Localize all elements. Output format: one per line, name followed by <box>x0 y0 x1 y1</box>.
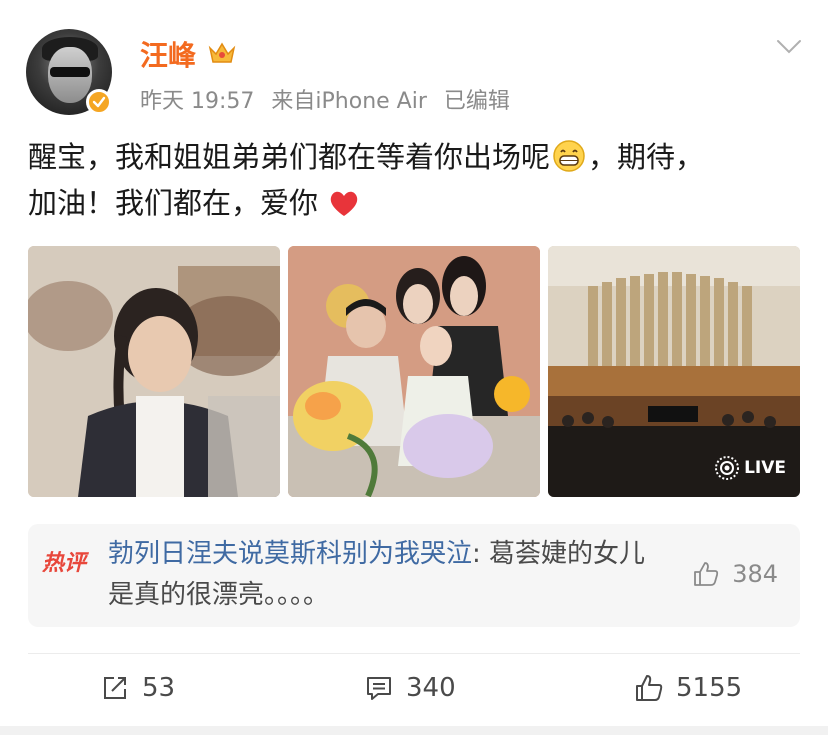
live-label: LIVE <box>744 458 786 478</box>
photo-girl-at-piano[interactable] <box>28 246 280 497</box>
grin-emoji-icon <box>553 140 585 172</box>
live-badge: LIVE <box>714 455 786 481</box>
crown-icon <box>208 42 236 63</box>
photo-family-art <box>288 246 540 497</box>
hot-comment-like-count: 384 <box>732 560 778 588</box>
comment-count: 340 <box>406 673 456 703</box>
photo-concert-hall[interactable]: LIVE <box>548 246 800 497</box>
post-text: 醒宝，我和姐姐弟弟们都在等着你出场呢 ，期待， 加油！我们都在，爱你 <box>28 134 800 226</box>
bottom-separator <box>0 726 828 735</box>
post-text-line1-tail: ，期待， <box>588 140 705 174</box>
comment-icon <box>367 677 391 700</box>
hot-comment[interactable]: 热评 勃列日涅夫说莫斯科别为我哭泣: 葛荟婕的女儿是真的很漂亮。。。。 384 <box>28 524 800 627</box>
repost-button[interactable]: 53 <box>100 673 175 703</box>
photo-family-with-flowers[interactable] <box>288 246 540 497</box>
post-text-line1: 醒宝，我和姐姐弟弟们都在等着你出场呢 <box>28 140 551 174</box>
live-icon <box>715 456 740 480</box>
post-edited[interactable]: 已编辑 <box>444 89 510 114</box>
like-button[interactable]: 5155 <box>634 673 742 703</box>
post-meta: 昨天 19:57 来自iPhone Air 已编辑 <box>140 83 520 115</box>
hot-comment-like-button[interactable]: 384 <box>692 560 778 588</box>
thumbs-up-icon <box>694 562 719 586</box>
heart-emoji-icon <box>331 191 358 216</box>
post-time: 昨天 19:57 <box>140 89 255 114</box>
author-name[interactable]: 汪峰 <box>140 34 196 74</box>
like-count: 5155 <box>676 673 743 703</box>
hot-comment-text: 勃列日涅夫说莫斯科别为我哭泣: 葛荟婕的女儿是真的很漂亮。。。。 <box>108 534 668 616</box>
thumbs-up-icon <box>636 675 663 701</box>
actions-divider <box>28 653 800 654</box>
verified-icon <box>86 89 112 115</box>
hot-comment-author[interactable]: 勃列日涅夫说莫斯科别为我哭泣 <box>108 539 472 569</box>
avatar-glasses <box>50 67 90 77</box>
share-icon <box>104 677 126 699</box>
post-source: 来自iPhone Air <box>271 89 427 114</box>
hot-comment-separator: : <box>472 539 490 569</box>
chevron-down-icon[interactable] <box>776 38 802 56</box>
comment-button[interactable]: 340 <box>364 673 456 703</box>
hot-comment-tag: 热评 <box>42 551 87 576</box>
post-text-line2: 加油！我们都在，爱你 <box>28 186 319 220</box>
photo-girl-at-piano-art <box>28 246 280 497</box>
repost-count: 53 <box>142 673 176 703</box>
